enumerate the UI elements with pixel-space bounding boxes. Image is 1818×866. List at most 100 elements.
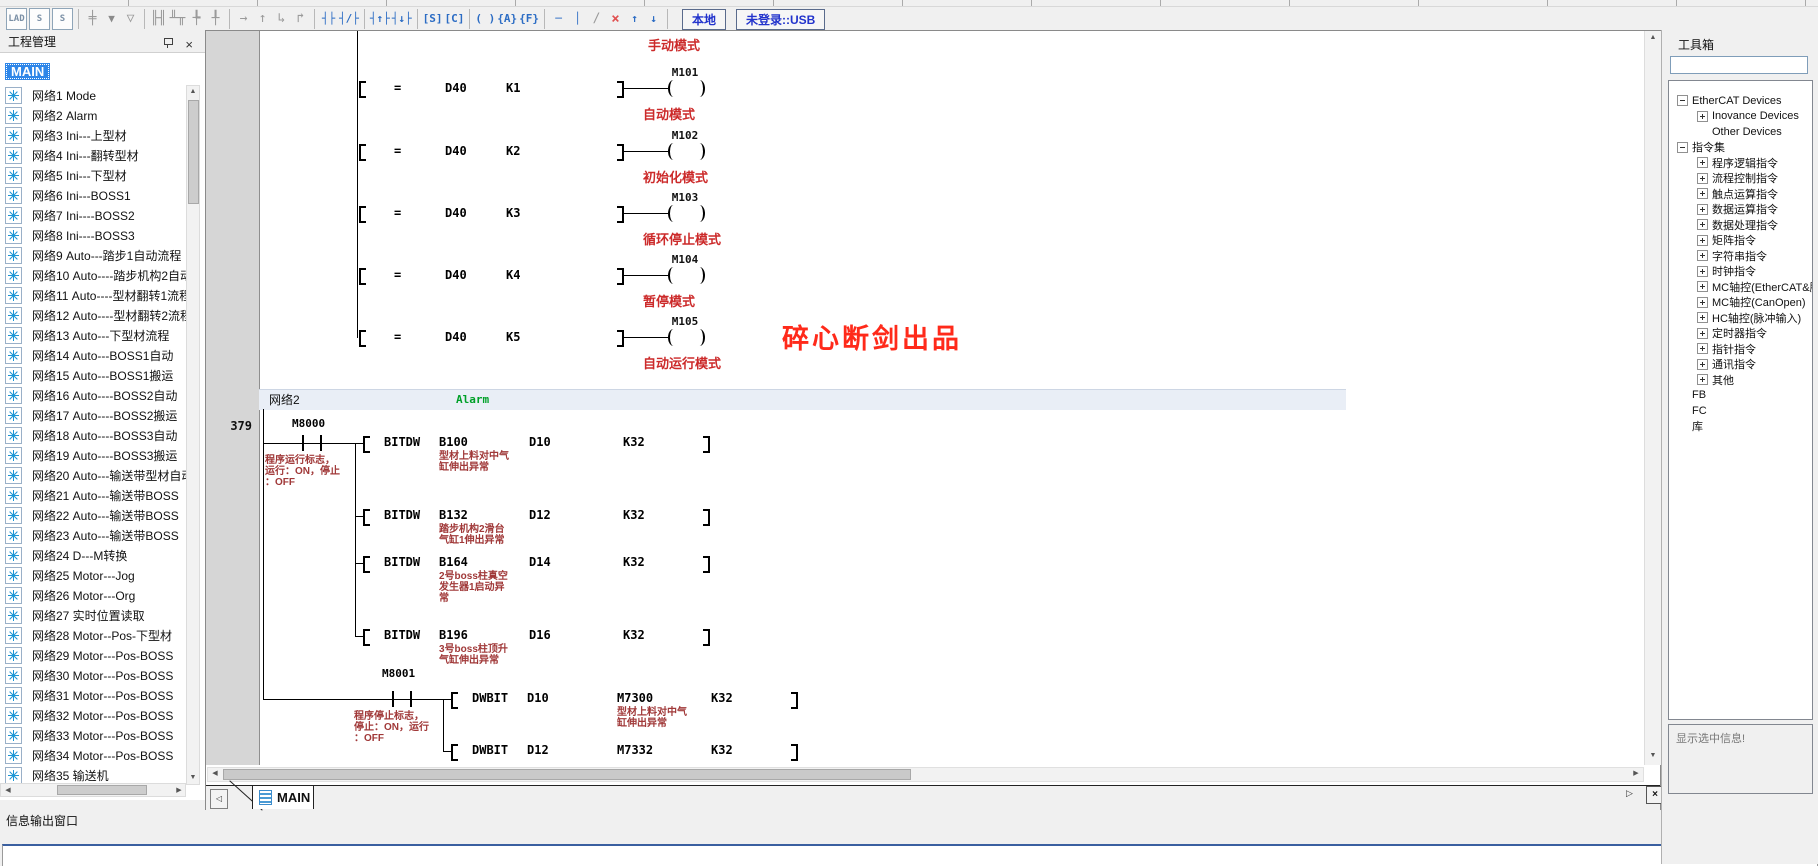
rising-edge-contact-icon[interactable]: ┤↑├ [370, 9, 390, 29]
toolbox-tree-item[interactable]: MC轴控(CanOpen) [1669, 295, 1812, 311]
network-list-item[interactable]: 网络1 Mode [0, 85, 186, 105]
toolbox-tree-item[interactable]: 通讯指令 [1669, 357, 1812, 373]
expand-toggle-icon[interactable] [1697, 297, 1708, 308]
network-list-item[interactable]: 网络25 Motor---Jog [0, 565, 186, 585]
expand-toggle-icon[interactable] [1677, 142, 1688, 153]
network-list-item[interactable]: 网络35 输送机 [0, 765, 186, 783]
vertical-wire-icon[interactable]: │ [569, 9, 586, 29]
output-window[interactable] [2, 844, 1818, 866]
network-list-item[interactable]: 网络8 Ini----BOSS3 [0, 225, 186, 245]
pin-icon[interactable] [164, 38, 173, 45]
expand-toggle-icon[interactable] [1697, 111, 1708, 122]
expand-toggle-icon[interactable] [1697, 343, 1708, 354]
function-block-icon[interactable]: {F} [519, 9, 539, 29]
compare-rung[interactable]: = D40 K2 M102 初始化模式 [357, 143, 827, 161]
set-coil-icon[interactable]: [S] [423, 9, 443, 29]
expand-toggle-icon[interactable] [1697, 250, 1708, 261]
tab-main[interactable]: MAIN [252, 785, 314, 809]
toolbox-tree-item[interactable]: Other Devices [1669, 124, 1812, 140]
compare-rung[interactable]: = D40 K4 M104 暂停模式 [357, 267, 827, 285]
project-hscrollbar[interactable]: ◀ ▶ [0, 783, 186, 797]
scroll-left-icon[interactable]: ◀ [2, 785, 14, 797]
closed-contact-icon[interactable]: ┤/├ [339, 9, 359, 29]
network-list-item[interactable]: 网络28 Motor--Pos-下型材 [0, 625, 186, 645]
network-list-item[interactable]: 网络11 Auto----型材翻转1流程 [0, 285, 186, 305]
line-down-icon[interactable]: ↓ [645, 9, 662, 29]
toolbox-tree-item[interactable]: 流程控制指令 [1669, 171, 1812, 187]
network-list-item[interactable]: 网络29 Motor---Pos-BOSS [0, 645, 186, 665]
expand-toggle-icon[interactable] [1697, 281, 1708, 292]
network-list-item[interactable]: 网络34 Motor---Pos-BOSS [0, 745, 186, 765]
applied-instruction-icon[interactable]: {A} [497, 9, 517, 29]
contact-device[interactable]: M8000 [292, 417, 325, 430]
horizontal-wire-icon[interactable]: ─ [550, 9, 567, 29]
network-list-item[interactable]: 网络5 Ini---下型材 [0, 165, 186, 185]
network-list-item[interactable]: 网络23 Auto---输送带BOSS [0, 525, 186, 545]
scroll-right-icon[interactable]: ▶ [173, 785, 185, 797]
expand-toggle-icon[interactable] [1697, 219, 1708, 230]
insert-vertical-line-icon[interactable]: ╄ [188, 9, 205, 29]
network-list-item[interactable]: 网络17 Auto----BOSS2搬运 [0, 405, 186, 425]
toolbox-tree-item[interactable]: 指针指令 [1669, 341, 1812, 357]
network-list-item[interactable]: 网络15 Auto---BOSS1搬运 [0, 365, 186, 385]
insert-network-icon[interactable]: ╪ [84, 9, 101, 29]
toolbox-tree-item[interactable]: 其他 [1669, 372, 1812, 388]
network-list-item[interactable]: 网络32 Motor---Pos-BOSS [0, 705, 186, 725]
toolbox-tree-item[interactable]: Inovance Devices [1669, 109, 1812, 125]
sfc-mode-icon[interactable]: S [29, 8, 50, 30]
network-list-item[interactable]: 网络14 Auto---BOSS1自动 [0, 345, 186, 365]
network-list-item[interactable]: 网络16 Auto----BOSS2自动 [0, 385, 186, 405]
wire-corner-down-icon[interactable]: ↳ [273, 9, 290, 29]
expand-toggle-icon[interactable] [1697, 173, 1708, 184]
compare-rung[interactable]: = D40 K3 M103 循环停止模式 [357, 205, 827, 223]
wire-up-icon[interactable]: ↑ [254, 9, 271, 29]
network-list-item[interactable]: 网络3 Ini---上型材 [0, 125, 186, 145]
network-list-item[interactable]: 网络6 Ini---BOSS1 [0, 185, 186, 205]
wire-corner-up-icon[interactable]: ↱ [292, 9, 309, 29]
compare-rung[interactable]: = D40 K1 M101 自动模式 [357, 80, 827, 98]
network-list-item[interactable]: 网络13 Auto---下型材流程 [0, 325, 186, 345]
bitdw-instruction[interactable]: BITDW B196 D16 K32 3号boss柱顶升 气缸伸出异常 [355, 626, 875, 644]
toolbox-tree-item[interactable]: 数据运算指令 [1669, 202, 1812, 218]
network-list-item[interactable]: 网络21 Auto---输送带BOSS [0, 485, 186, 505]
toolbox-tree-item[interactable]: FB [1669, 388, 1812, 404]
output-coil-icon[interactable]: ( ) [475, 9, 495, 29]
wire-right-icon[interactable]: → [235, 9, 252, 29]
expand-toggle-icon[interactable] [1697, 235, 1708, 246]
network-list-item[interactable]: 网络7 Ini----BOSS2 [0, 205, 186, 225]
expand-toggle-icon[interactable] [1697, 374, 1708, 385]
toolbox-tree-item[interactable]: 定时器指令 [1669, 326, 1812, 342]
toolbox-tree-item[interactable]: 触点运算指令 [1669, 186, 1812, 202]
network-list-item[interactable]: 网络31 Motor---Pos-BOSS [0, 685, 186, 705]
dwbit-instruction[interactable]: DWBIT D12 M7332 K32 [443, 741, 963, 759]
vscroll-thumb[interactable] [188, 100, 199, 204]
lad-mode-icon[interactable]: LAD [6, 8, 27, 30]
bitdw-instruction[interactable]: BITDW B100 D10 K32 型材上料对中气 缸伸出异常 [355, 433, 875, 451]
counter-coil-icon[interactable]: [C] [445, 9, 465, 29]
close-icon[interactable]: × [185, 34, 193, 56]
toolbox-tree-item[interactable]: 指令集 [1669, 140, 1812, 156]
expand-toggle-icon[interactable] [1697, 359, 1708, 370]
open-contact-icon[interactable]: ┤├ [320, 9, 337, 29]
network2-header[interactable]: 网络2 Alarm [259, 389, 1346, 410]
bitdw-instruction[interactable]: BITDW B132 D12 K32 踏步机构2滑台 气缸1伸出异常 [355, 506, 875, 524]
dwbit-instruction[interactable]: DWBIT D10 M7300 K32 型材上料对中气 缸伸出异常 [443, 689, 963, 707]
network-list-item[interactable]: 网络12 Auto----型材翻转2流程 [0, 305, 186, 325]
toolbox-tree-item[interactable]: FC [1669, 403, 1812, 419]
line-up-icon[interactable]: ↑ [626, 9, 643, 29]
scroll-up-icon[interactable]: ▲ [1647, 32, 1659, 44]
expand-toggle-icon[interactable] [1697, 188, 1708, 199]
network-list-item[interactable]: 网络24 D---M转换 [0, 545, 186, 565]
compare-rung[interactable]: = D40 K5 M105 自动运行模式 [357, 329, 827, 347]
toolbox-tree-item[interactable]: MC轴控(EtherCAT&脉 [1669, 279, 1812, 295]
hscroll-thumb[interactable] [57, 785, 147, 795]
network-list-item[interactable]: 网络27 实时位置读取 [0, 605, 186, 625]
network-list-item[interactable]: 网络2 Alarm [0, 105, 186, 125]
editor-hscrollbar[interactable]: ◀ ▶ [207, 767, 1644, 782]
falling-edge-contact-icon[interactable]: ┤↓├ [392, 9, 412, 29]
toolbox-tree-item[interactable]: 时钟指令 [1669, 264, 1812, 280]
sfc-step-icon[interactable]: S [52, 8, 73, 30]
expand-toggle-icon[interactable] [1697, 204, 1708, 215]
network-list-item[interactable]: 网络10 Auto----踏步机构2自动 [0, 265, 186, 285]
scroll-left-icon[interactable]: ◀ [209, 768, 221, 780]
